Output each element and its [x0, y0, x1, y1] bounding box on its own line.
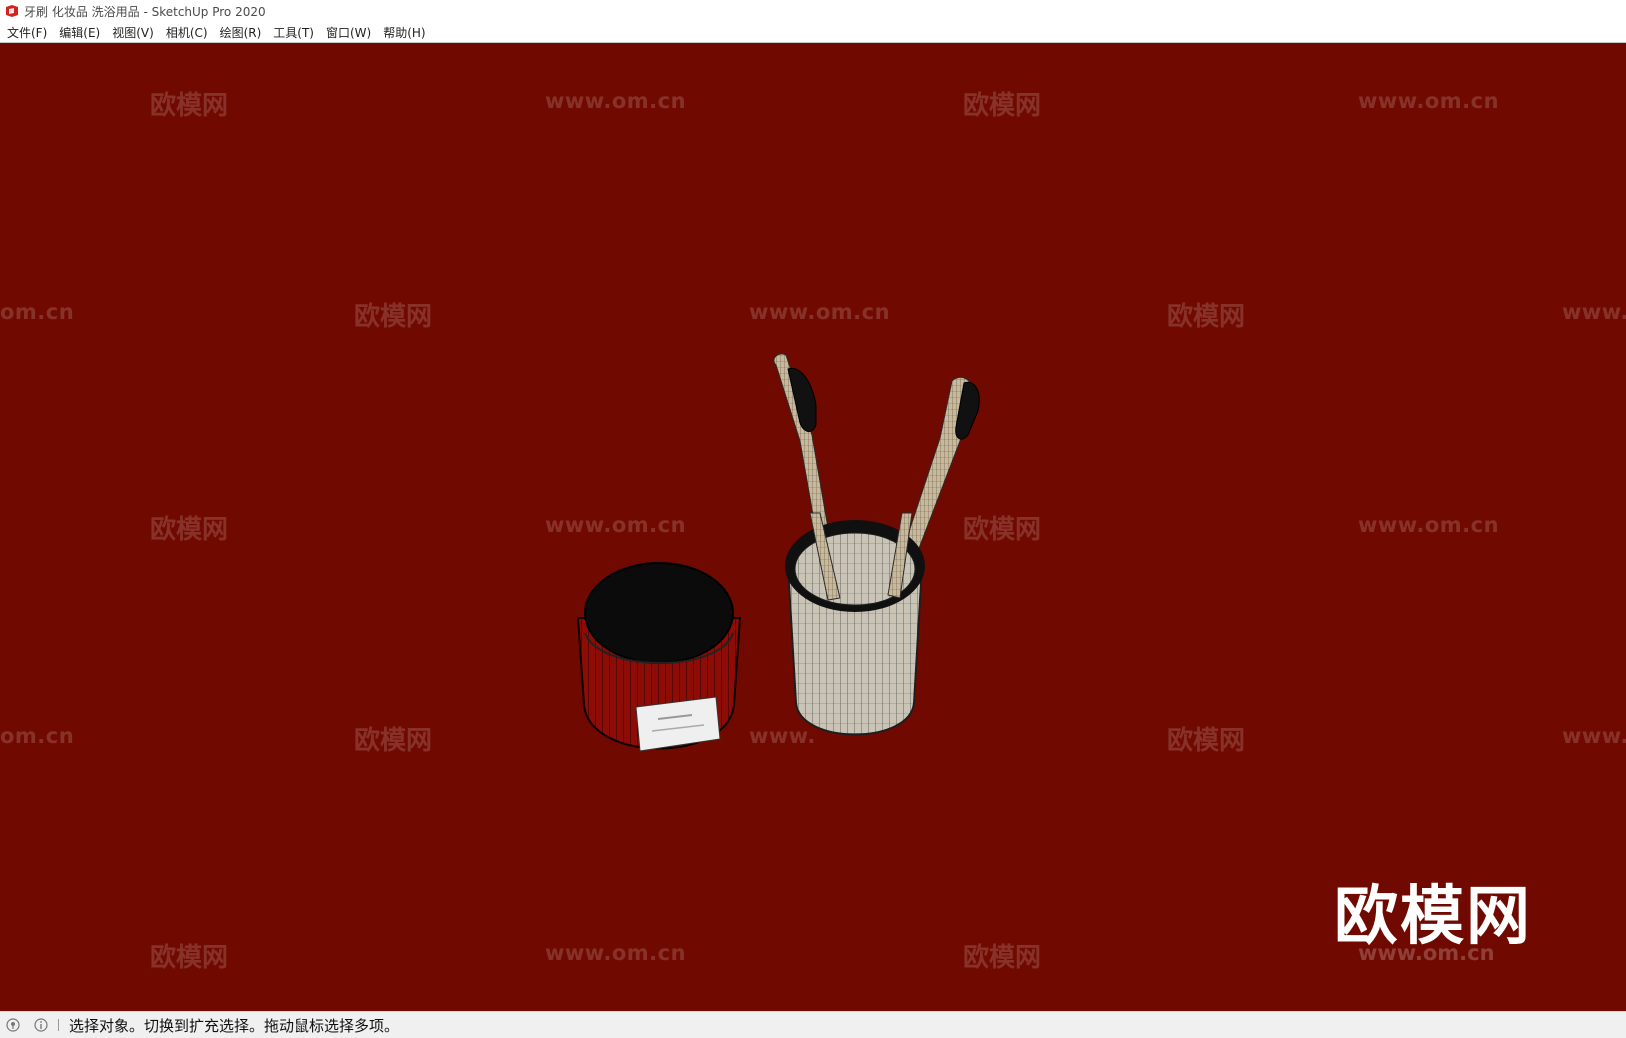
menu-view[interactable]: 视图(V)	[107, 24, 161, 41]
menu-file[interactable]: 文件(F)	[2, 24, 54, 41]
brand-logo-url: www.om.cn	[1358, 941, 1495, 965]
model-viewport[interactable]: 欧模网 www.om.cn 欧模网 www.om.cn om.cn 欧模网 ww…	[0, 43, 1626, 1011]
menu-edit[interactable]: 编辑(E)	[54, 24, 107, 41]
toothbrush-cup	[785, 512, 925, 736]
menu-camera[interactable]: 相机(C)	[161, 24, 215, 41]
title-bar: 牙刷 化妆品 洗浴用品 - SketchUp Pro 2020	[0, 0, 1626, 22]
sketchup-app-icon	[6, 5, 18, 17]
window-title: 牙刷 化妆品 洗浴用品 - SketchUp Pro 2020	[24, 4, 266, 19]
status-message: 选择对象。切换到扩充选择。拖动鼠标选择多项。	[69, 1016, 400, 1035]
geo-location-icon[interactable]	[6, 1018, 20, 1032]
menu-draw[interactable]: 绘图(R)	[215, 24, 269, 41]
status-bar: 选择对象。切换到扩充选择。拖动鼠标选择多项。	[0, 1011, 1626, 1038]
menu-window[interactable]: 窗口(W)	[321, 24, 378, 41]
status-separator	[58, 1019, 59, 1031]
menu-bar: 文件(F) 编辑(E) 视图(V) 相机(C) 绘图(R) 工具(T) 窗口(W…	[0, 22, 1626, 43]
info-icon[interactable]	[34, 1018, 48, 1032]
cosmetic-jar	[576, 562, 742, 752]
menu-tools[interactable]: 工具(T)	[268, 24, 321, 41]
menu-help[interactable]: 帮助(H)	[378, 24, 432, 41]
